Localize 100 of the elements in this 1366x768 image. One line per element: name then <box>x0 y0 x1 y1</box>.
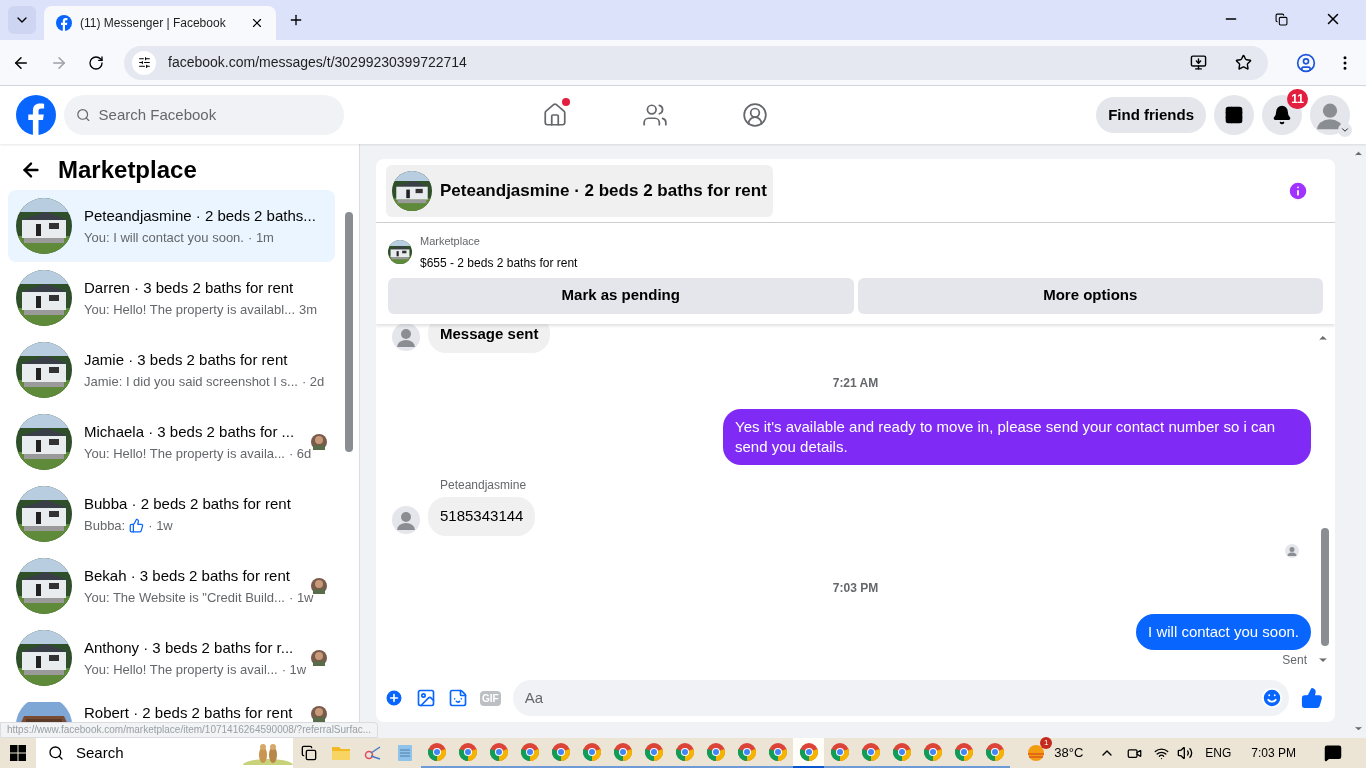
conversation-item[interactable]: Darren · 3 beds 2 baths for rent You: Hello! The property is availabl... 3m <box>8 262 335 334</box>
chat-title[interactable]: Peteandjasmine · 2 beds 2 baths for rent <box>386 164 773 217</box>
status-url-tooltip: https://www.facebook.com/marketplace/item/1071416264590008/?referralSurfac... <box>0 722 379 738</box>
plus-icon[interactable] <box>384 688 404 708</box>
reload-icon[interactable] <box>88 54 104 71</box>
browser-tab[interactable]: (11) Messenger | Facebook <box>44 6 276 40</box>
menu-button[interactable] <box>1214 95 1254 135</box>
conversation-item[interactable]: Bekah · 3 beds 2 baths for rent You: The Website is "Credit Build... · 1w <box>8 550 335 622</box>
chrome-icon[interactable] <box>705 742 726 762</box>
notifications-button[interactable] <box>1262 95 1302 135</box>
friends-icon[interactable] <box>642 102 668 128</box>
conversation-item[interactable]: Anthony · 3 beds 2 baths for r... You: Hello! The property is avail... · 1w <box>8 622 335 694</box>
conversation-title: Peteandjasmine · 2 beds 2 baths... <box>84 206 317 226</box>
message-time: · 1w <box>288 588 314 607</box>
new-tab-icon[interactable] <box>288 12 304 28</box>
message-bubble: Yes it's available and ready to move in, please send your contact number so i can send you details. <box>723 409 1311 465</box>
avatar-icon <box>1285 543 1299 558</box>
install-app-icon[interactable] <box>1190 54 1207 71</box>
scrollbar[interactable] <box>345 212 353 452</box>
find-friends-button[interactable]: Find friends <box>1096 97 1206 133</box>
taskbar-search[interactable]: Search <box>36 738 293 768</box>
clock[interactable]: 7:03 PM <box>1251 744 1296 762</box>
conversation-item[interactable]: Peteandjasmine · 2 beds 2 baths... You: I will contact you soon. · 1m <box>8 190 335 262</box>
chrome-icon[interactable] <box>767 742 788 762</box>
facebook-logo-icon[interactable] <box>16 95 56 135</box>
conversation-item[interactable]: Michaela · 3 beds 2 baths for ... You: Hello! The property is availa... · 6d <box>8 406 335 478</box>
message-preview: You: Hello! The property is availabl... <box>84 300 295 319</box>
info-icon[interactable] <box>1287 179 1309 202</box>
conversation-item[interactable]: Jamie · 3 beds 2 baths for rent Jamie: I did you said screenshot I s... · 2d <box>8 334 335 406</box>
weather-icon[interactable] <box>1026 743 1047 763</box>
wifi-icon[interactable] <box>1154 745 1170 761</box>
search-icon <box>76 107 91 123</box>
volume-icon[interactable] <box>1177 745 1194 761</box>
search-field[interactable]: Search Facebook <box>64 95 344 135</box>
chrome-icon[interactable] <box>426 742 447 762</box>
like-icon[interactable] <box>1301 687 1323 709</box>
emoji-icon[interactable] <box>1261 687 1283 709</box>
message-bubble: Message sent <box>428 323 551 353</box>
chrome-icon[interactable] <box>922 742 943 762</box>
chrome-icon[interactable] <box>953 742 974 762</box>
home-icon[interactable] <box>542 102 568 128</box>
action-button[interactable]: More options <box>857 277 1323 314</box>
chrome-icon[interactable] <box>488 742 509 762</box>
message-time: · 2d <box>301 372 325 391</box>
chrome-icon[interactable] <box>798 742 819 762</box>
chrome-icon[interactable] <box>674 742 695 762</box>
listing-title[interactable]: $655 - 2 beds 2 baths for rent <box>420 253 578 272</box>
message-time: · 1m <box>247 228 274 247</box>
notification-badge: 11 <box>1287 89 1308 109</box>
groups-icon[interactable] <box>742 102 768 128</box>
url-text: facebook.com/messages/t/30299230399722714 <box>168 53 468 72</box>
timestamp: 7:21 AM <box>832 375 879 391</box>
chevron-icon[interactable] <box>1338 123 1352 137</box>
chrome-icon[interactable] <box>457 742 478 762</box>
message-preview: You: Hello! The property is availa... <box>84 444 285 463</box>
photo-icon[interactable] <box>416 688 436 708</box>
chrome-icon[interactable] <box>891 742 912 762</box>
message-preview: Bubba: <box>84 516 126 535</box>
taskbar-window[interactable] <box>793 738 824 768</box>
message-time: · 1w <box>281 660 307 679</box>
chrome-icon[interactable] <box>860 742 881 762</box>
search-input[interactable]: Search Facebook <box>98 103 332 127</box>
chrome-icon[interactable] <box>829 742 850 762</box>
avatar-icon <box>392 323 420 351</box>
chrome-icon[interactable] <box>581 742 602 762</box>
conversation-title: Anthony · 3 beds 2 baths for r... <box>84 638 295 658</box>
restore-icon[interactable] <box>1275 12 1288 26</box>
conversation-title: Darren · 3 beds 2 baths for rent <box>84 278 295 298</box>
site-info-icon[interactable] <box>132 50 156 75</box>
message-input[interactable]: Aa <box>524 686 1261 710</box>
chrome-icon[interactable] <box>643 742 664 762</box>
message-preview: You: Hello! The property is avail... <box>84 660 278 679</box>
sticker-icon[interactable] <box>448 688 468 708</box>
chrome-icon[interactable] <box>519 742 540 762</box>
chrome-icon[interactable] <box>612 742 633 762</box>
conversation-item[interactable]: Bubba · 2 beds 2 baths for rent Bubba: · 1w <box>8 478 335 550</box>
close-icon[interactable] <box>250 16 264 30</box>
chrome-icon[interactable] <box>736 742 757 762</box>
message-status: Sent <box>1282 651 1307 668</box>
bell-icon <box>1272 105 1292 125</box>
facebook-logo-icon <box>56 15 72 31</box>
tab-title: (11) Messenger | Facebook <box>80 15 227 31</box>
chrome-icon[interactable] <box>550 742 571 762</box>
notifications-icon[interactable] <box>1324 744 1342 762</box>
temperature[interactable]: 38°C <box>1054 743 1084 763</box>
avatar-icon <box>1310 95 1350 135</box>
message-time: · 6d <box>288 444 312 463</box>
tab-search-button[interactable] <box>8 6 36 34</box>
message-time: 3m <box>299 300 318 319</box>
chrome-icon[interactable] <box>984 742 1005 762</box>
action-button[interactable]: Mark as pending <box>388 277 854 314</box>
profile-icon[interactable] <box>1296 52 1316 73</box>
language-indicator[interactable]: ENG <box>1205 744 1232 762</box>
listing-label: Marketplace <box>420 234 481 249</box>
scrollbar[interactable] <box>1321 527 1329 646</box>
message-field[interactable]: Aa <box>512 680 1289 716</box>
address-bar[interactable]: facebook.com/messages/t/30299230399722714 <box>124 45 1268 80</box>
conversation-title: Bubba · 2 beds 2 baths for rent <box>84 494 292 514</box>
bookmark-star-icon[interactable] <box>1235 54 1252 71</box>
message-preview: You: The Website is "Credit Build... <box>84 588 285 607</box>
